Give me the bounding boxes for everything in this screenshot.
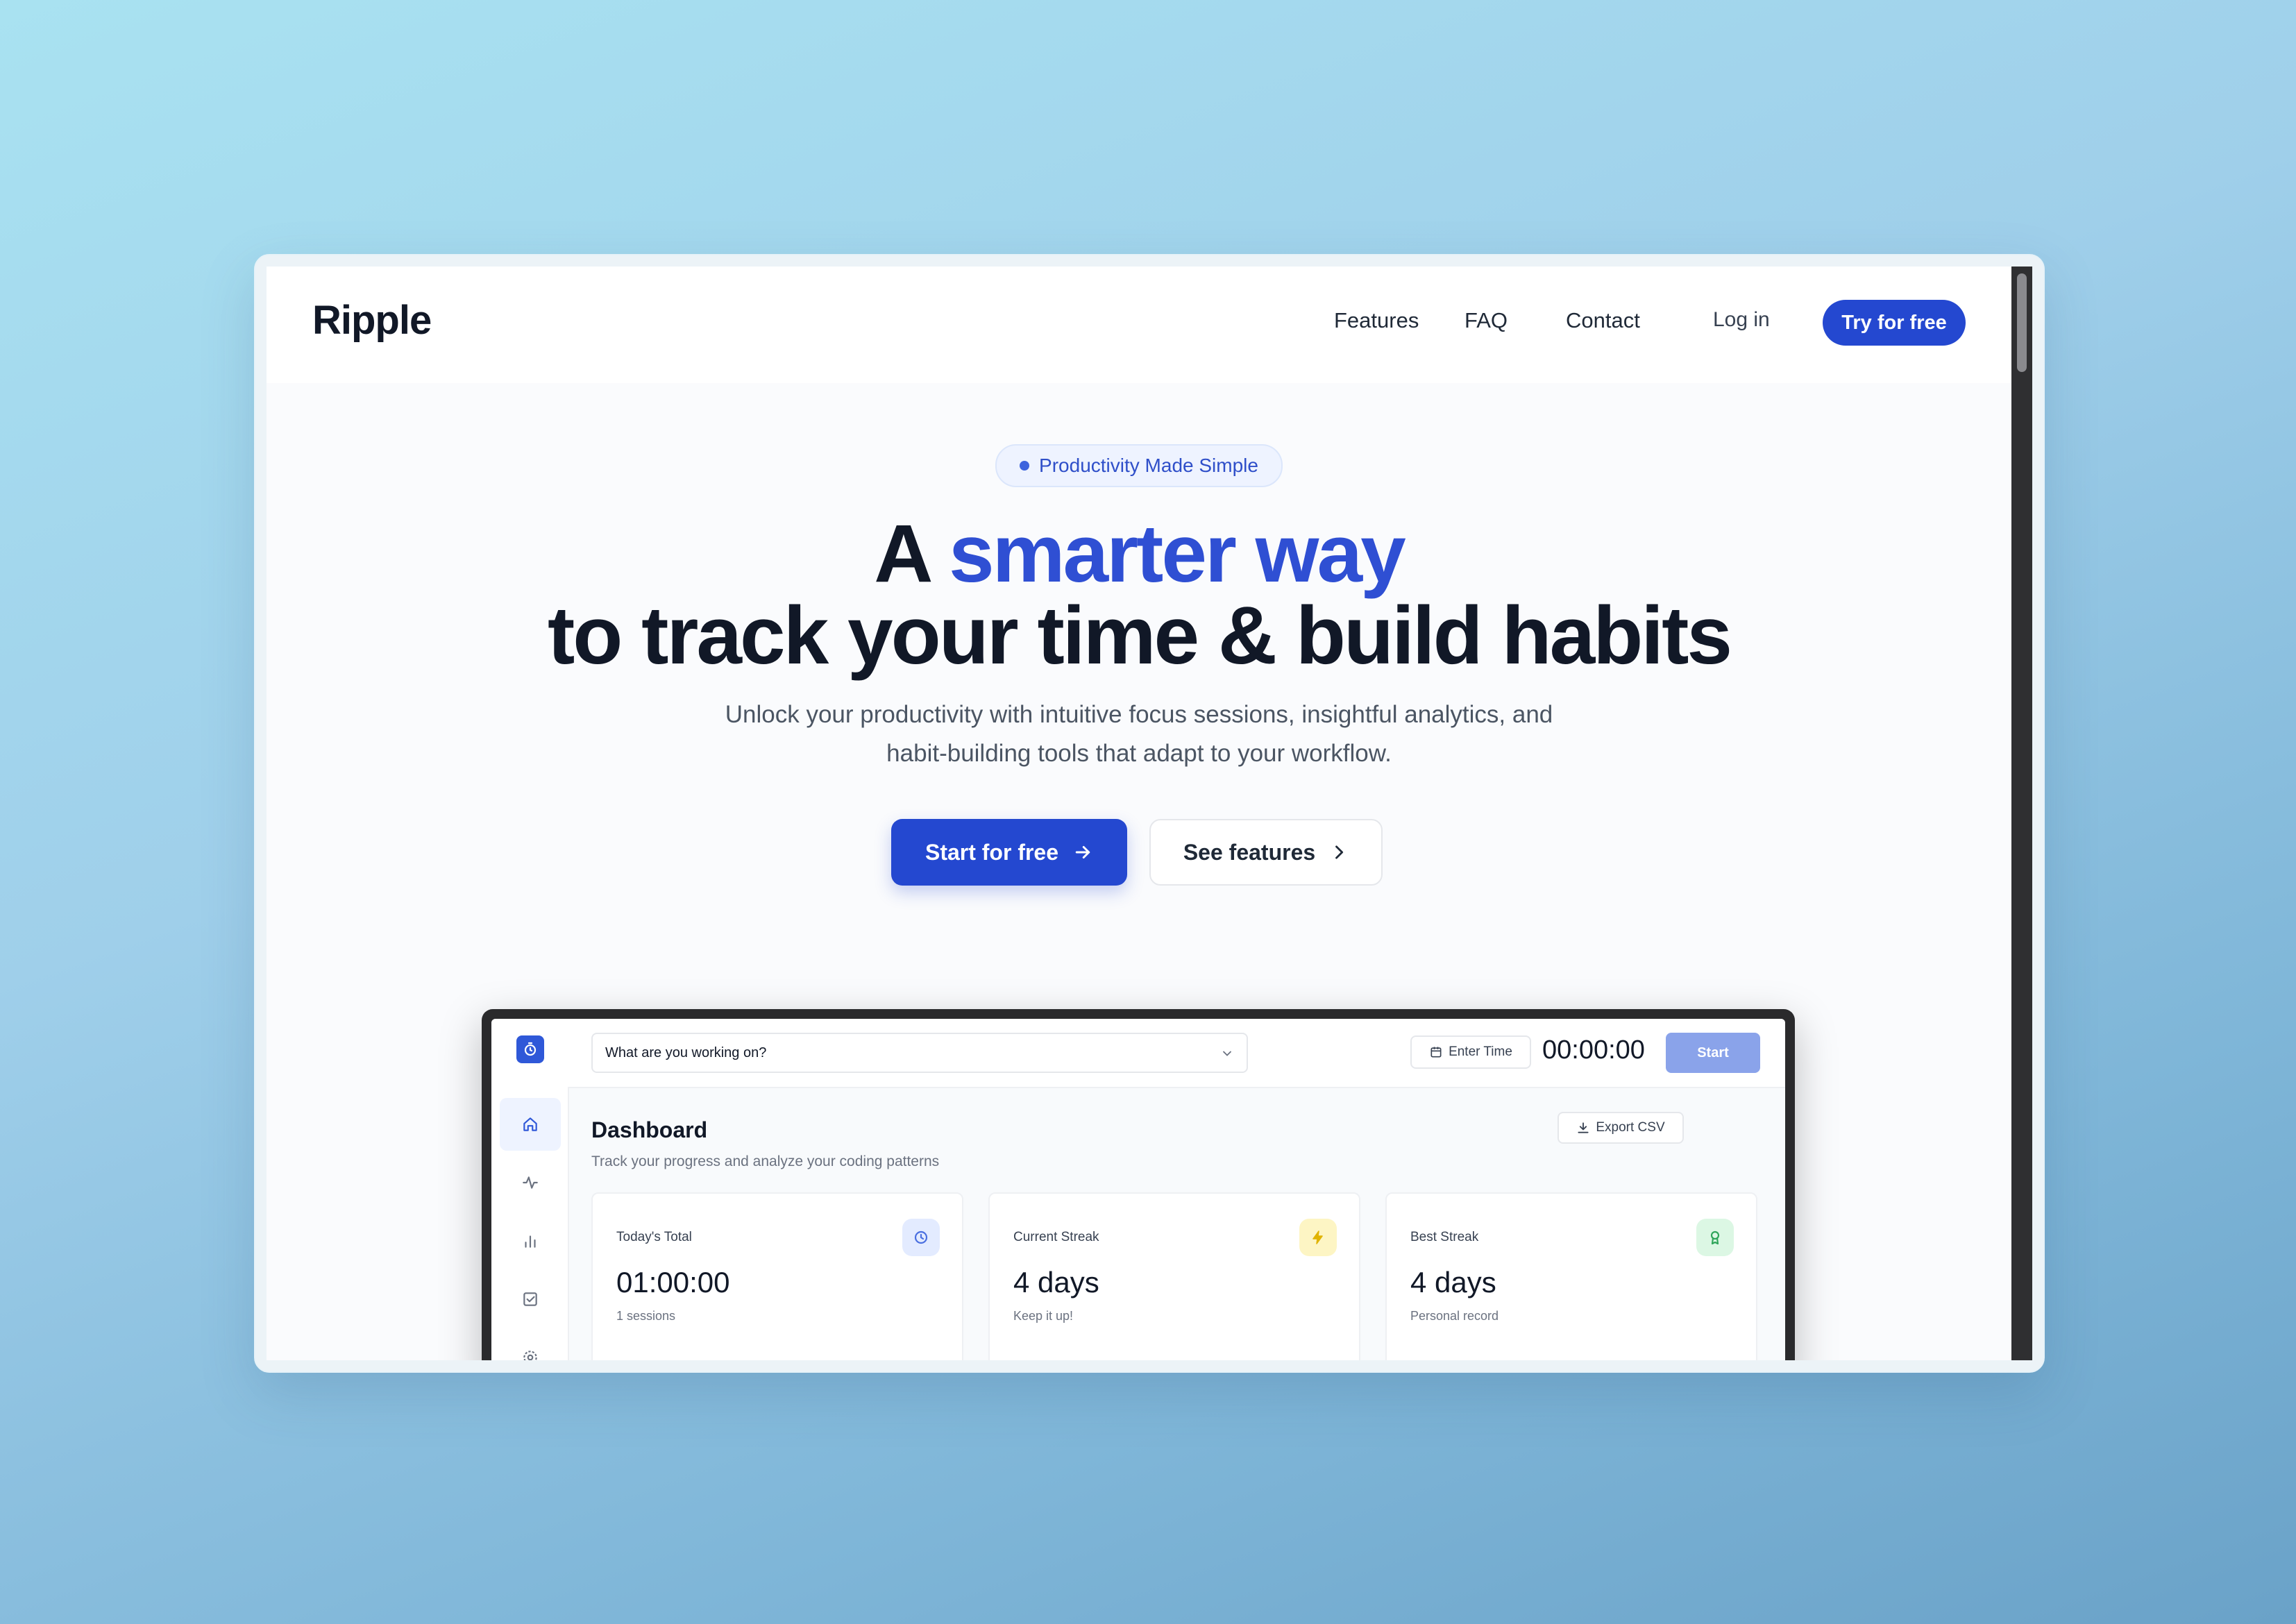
stat-value: 01:00:00 bbox=[616, 1266, 730, 1299]
sidebar-item-home[interactable] bbox=[500, 1098, 561, 1151]
sidebar-item-tasks[interactable] bbox=[500, 1273, 561, 1326]
stat-label: Best Streak bbox=[1410, 1230, 1479, 1244]
export-csv-button[interactable]: Export CSV bbox=[1558, 1112, 1684, 1144]
hero-subtitle-line1: Unlock your productivity with intuitive … bbox=[725, 701, 1553, 728]
app-sidebar bbox=[491, 1019, 569, 1360]
task-select-dropdown[interactable]: What are you working on? bbox=[591, 1033, 1248, 1073]
nav-link-faq[interactable]: FAQ bbox=[1464, 308, 1508, 333]
ripple-logo[interactable]: Ripple bbox=[312, 297, 432, 344]
stat-value: 4 days bbox=[1410, 1266, 1496, 1299]
clock-icon bbox=[902, 1219, 940, 1256]
bar-chart-icon bbox=[525, 1235, 536, 1248]
badge-dot-icon bbox=[1020, 461, 1030, 471]
checkbox-icon bbox=[523, 1292, 537, 1306]
task-select-placeholder: What are you working on? bbox=[605, 1044, 767, 1060]
scrollbar-thumb[interactable] bbox=[2017, 273, 2027, 372]
stat-label: Current Streak bbox=[1013, 1230, 1099, 1244]
enter-time-button[interactable]: Enter Time bbox=[1410, 1035, 1531, 1069]
top-navigation: Ripple Features FAQ Contact Log in Try f… bbox=[267, 267, 2011, 383]
try-for-free-button[interactable]: Try for free bbox=[1823, 300, 1966, 346]
hero-title-accent: smarter way bbox=[948, 508, 1406, 600]
hero-title-prefix: A bbox=[874, 508, 930, 600]
app-preview-screen: What are you working on? Enter Time 00:0… bbox=[491, 1019, 1785, 1360]
stat-note: Keep it up! bbox=[1013, 1309, 1074, 1323]
start-timer-button[interactable]: Start bbox=[1666, 1033, 1760, 1073]
bolt-icon bbox=[1299, 1219, 1337, 1256]
settings-icon bbox=[523, 1351, 537, 1360]
nav-link-features[interactable]: Features bbox=[1334, 308, 1419, 333]
award-icon bbox=[1696, 1219, 1734, 1256]
app-topbar: What are you working on? Enter Time 00:0… bbox=[568, 1019, 1785, 1088]
landing-page: Ripple Features FAQ Contact Log in Try f… bbox=[267, 267, 2011, 1360]
arrow-right-icon bbox=[1075, 846, 1090, 858]
hero-title-line1: A smarter way bbox=[267, 507, 2011, 601]
chevron-right-icon bbox=[1335, 845, 1344, 859]
stat-card-current-streak: Current Streak 4 days Keep it up! bbox=[988, 1192, 1360, 1360]
activity-icon bbox=[523, 1176, 538, 1189]
app-logo-icon bbox=[516, 1035, 544, 1063]
login-link[interactable]: Log in bbox=[1713, 308, 1770, 332]
enter-time-label: Enter Time bbox=[1449, 1044, 1512, 1059]
stat-card-todays-total: Today's Total 01:00:00 1 sessions bbox=[591, 1192, 963, 1360]
calendar-icon bbox=[1430, 1047, 1442, 1058]
hero-badge: Productivity Made Simple bbox=[995, 444, 1283, 487]
app-preview-device: What are you working on? Enter Time 00:0… bbox=[482, 1009, 1795, 1360]
stat-note: Personal record bbox=[1410, 1309, 1499, 1323]
browser-frame: Ripple Features FAQ Contact Log in Try f… bbox=[254, 254, 2045, 1373]
sidebar-item-analytics[interactable] bbox=[500, 1215, 561, 1267]
download-icon bbox=[1578, 1122, 1589, 1133]
sidebar-item-activity[interactable] bbox=[500, 1156, 561, 1209]
sidebar-item-settings[interactable] bbox=[500, 1331, 561, 1360]
stat-value: 4 days bbox=[1013, 1266, 1099, 1299]
export-csv-label: Export CSV bbox=[1596, 1120, 1665, 1135]
see-features-label: See features bbox=[1183, 839, 1316, 865]
stat-label: Today's Total bbox=[616, 1230, 692, 1244]
timer-display: 00:00:00 bbox=[1542, 1035, 1645, 1065]
start-for-free-label: Start for free bbox=[925, 839, 1059, 865]
start-for-free-button[interactable]: Start for free bbox=[891, 819, 1127, 886]
dashboard-subtitle: Track your progress and analyze your cod… bbox=[591, 1153, 940, 1169]
nav-link-contact[interactable]: Contact bbox=[1566, 308, 1640, 333]
chevron-down-icon bbox=[1223, 1051, 1231, 1056]
dashboard-title: Dashboard bbox=[591, 1117, 708, 1142]
see-features-button[interactable]: See features bbox=[1149, 819, 1383, 886]
hero-title-line2: to track your time & build habits bbox=[547, 590, 1732, 682]
stat-card-best-streak: Best Streak 4 days Personal record bbox=[1385, 1192, 1757, 1360]
hero-subtitle-line2: habit-building tools that adapt to your … bbox=[886, 740, 1392, 767]
page-scrollbar[interactable] bbox=[2011, 267, 2032, 1360]
stat-note: 1 sessions bbox=[616, 1309, 676, 1323]
home-icon bbox=[523, 1117, 537, 1131]
badge-text: Productivity Made Simple bbox=[1039, 455, 1258, 476]
